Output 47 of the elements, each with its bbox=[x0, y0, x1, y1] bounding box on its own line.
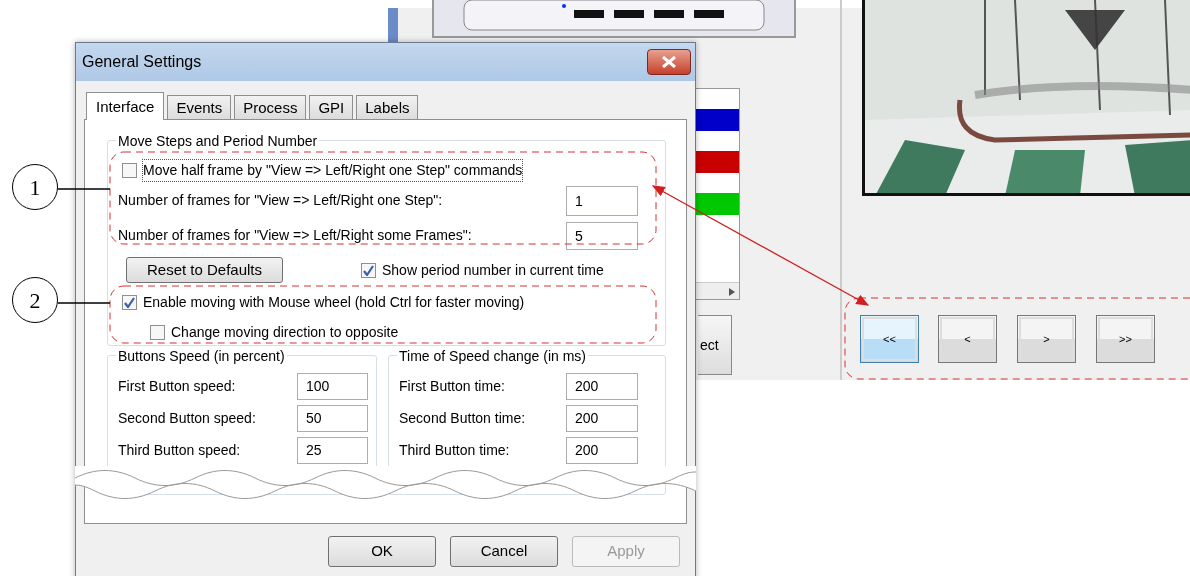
checkbox-label: Move half frame by "View => Left/Right one Step" commands bbox=[143, 159, 523, 181]
check-icon bbox=[363, 264, 374, 276]
nav-button[interactable]: >> bbox=[1096, 315, 1155, 363]
input-field[interactable]: 1 bbox=[566, 185, 638, 216]
field-label: Third Button speed: bbox=[118, 440, 241, 460]
field-label: First Button speed: bbox=[118, 376, 236, 396]
checkbox[interactable] bbox=[361, 262, 376, 278]
tab[interactable]: Events bbox=[167, 95, 232, 119]
input-field[interactable]: 5 bbox=[566, 221, 638, 250]
input-field[interactable]: 200 bbox=[566, 436, 638, 464]
field-label: Number of frames for "View => Left/Right some Frames": bbox=[118, 226, 472, 245]
checkbox-label: Change moving direction to opposite bbox=[171, 322, 399, 342]
dialog-button[interactable]: Cancel bbox=[450, 536, 558, 567]
callout-number: 1 bbox=[12, 164, 58, 210]
input-field[interactable]: 200 bbox=[566, 372, 638, 400]
checkbox-label: Enable moving with Mouse wheel (hold Ctrl for faster moving) bbox=[143, 292, 525, 312]
window-title: General Settings bbox=[82, 52, 202, 72]
tab[interactable]: Labels bbox=[356, 95, 419, 119]
leader-line bbox=[57, 302, 111, 304]
input-field[interactable]: 100 bbox=[297, 372, 368, 400]
field-label: First Button time: bbox=[399, 376, 505, 396]
callout-number: 2 bbox=[12, 277, 58, 323]
input-field[interactable]: 25 bbox=[297, 436, 368, 464]
field-label: Second Button time: bbox=[399, 408, 526, 428]
input-field[interactable]: 50 bbox=[297, 404, 368, 432]
checkbox-label: Show period number in current time bbox=[382, 260, 604, 280]
tab[interactable]: GPI bbox=[309, 95, 354, 119]
input-field[interactable]: 200 bbox=[566, 404, 638, 432]
checkbox[interactable] bbox=[122, 162, 137, 178]
nav-button[interactable]: < bbox=[938, 315, 997, 363]
leader-line bbox=[57, 188, 111, 190]
dialog-button[interactable]: OK bbox=[328, 536, 436, 567]
close-icon bbox=[661, 56, 677, 68]
check-icon bbox=[124, 296, 135, 308]
field-label: Third Button time: bbox=[399, 440, 510, 460]
field-label: Number of frames for "View => Left/Right one Step": bbox=[118, 191, 443, 210]
checkbox[interactable] bbox=[122, 294, 137, 310]
tab[interactable]: Process bbox=[234, 95, 307, 119]
nav-button[interactable]: > bbox=[1017, 315, 1076, 363]
close-button[interactable] bbox=[647, 49, 691, 75]
reset-button[interactable]: Reset to Defaults bbox=[126, 257, 283, 283]
nav-button[interactable]: << bbox=[860, 315, 919, 363]
tab[interactable]: Interface bbox=[86, 92, 165, 120]
button[interactable]: ect bbox=[698, 315, 732, 375]
checkbox[interactable] bbox=[150, 324, 165, 340]
scroll-arrow-icon bbox=[729, 287, 735, 296]
field-label: Second Button speed: bbox=[118, 408, 256, 428]
